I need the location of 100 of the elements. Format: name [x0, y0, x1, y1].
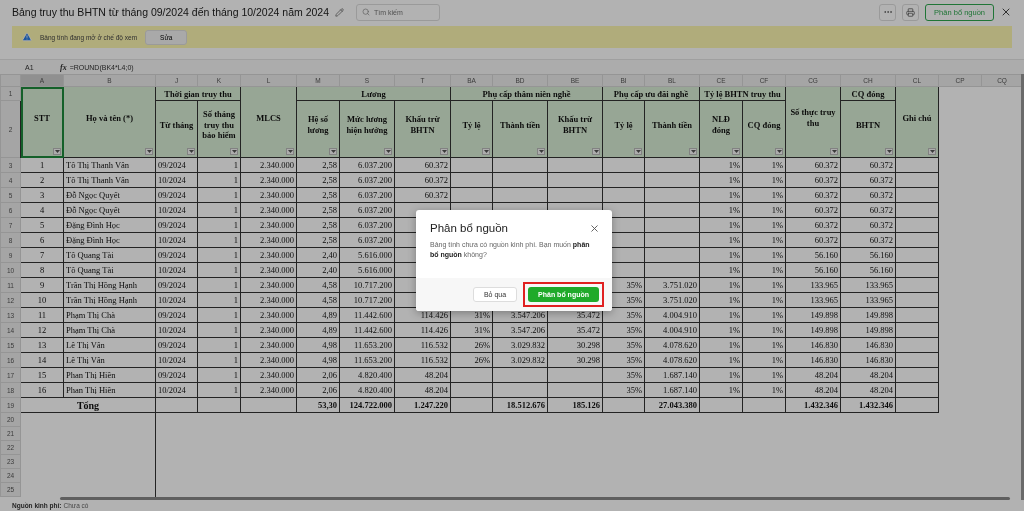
total-label: Tổng: [20, 397, 156, 413]
table-cell: 35.472: [547, 322, 603, 338]
caret-down-icon: [733, 150, 739, 153]
table-cell: 09/2024: [155, 307, 198, 323]
filter-button[interactable]: [384, 148, 392, 155]
table-cell: 1: [197, 277, 241, 293]
filter-button[interactable]: [230, 148, 238, 155]
caret-down-icon: [929, 150, 935, 153]
filter-button[interactable]: [53, 148, 61, 155]
total-cell: 185.126: [547, 397, 603, 413]
table-cell: 4,89: [296, 307, 340, 323]
table-cell: 35%: [602, 352, 645, 368]
table-cell: 2.340.000: [240, 337, 297, 353]
table-cell: 6.037.200: [339, 157, 395, 173]
filter-button[interactable]: [732, 148, 740, 155]
table-cell: 1%: [742, 247, 786, 263]
table-cell: 114.426: [394, 322, 451, 338]
table-cell: 1%: [742, 277, 786, 293]
table-cell: 4.004.910: [644, 322, 700, 338]
table-cell: 116.532: [394, 337, 451, 353]
table-cell: 2,58: [296, 202, 340, 218]
table-cell: 09/2024: [155, 337, 198, 353]
filter-button[interactable]: [329, 148, 337, 155]
close-icon[interactable]: [1000, 6, 1012, 18]
table-cell: 4.820.400: [339, 382, 395, 398]
filter-button[interactable]: [592, 148, 600, 155]
filter-button[interactable]: [830, 148, 838, 155]
table-cell: 2.340.000: [240, 172, 297, 188]
column-heading: NLĐ đóng: [699, 100, 743, 158]
caret-down-icon: [54, 150, 60, 153]
table-cell: 48.204: [785, 367, 841, 383]
table-cell: 9: [20, 277, 64, 293]
vertical-scrollbar[interactable]: [1021, 74, 1024, 500]
column-heading: Hệ số lương: [296, 100, 340, 158]
table-cell: 60.372: [840, 232, 896, 248]
filter-button[interactable]: [689, 148, 697, 155]
table-cell: 1%: [742, 307, 786, 323]
filter-button[interactable]: [885, 148, 893, 155]
filter-button[interactable]: [775, 148, 783, 155]
table-cell: 60.372: [785, 217, 841, 233]
table-cell: 13: [20, 337, 64, 353]
table-cell: 7: [20, 247, 64, 263]
table-cell: Tô Quang Tài: [63, 262, 156, 278]
table-cell: 1%: [742, 217, 786, 233]
table-cell: 1: [197, 232, 241, 248]
filter-button[interactable]: [187, 148, 195, 155]
table-cell: 1%: [699, 262, 743, 278]
table-cell: 1%: [699, 232, 743, 248]
table-cell: 1: [197, 352, 241, 368]
column-heading: Khấu trừ BHTN: [547, 100, 603, 158]
table-cell: 4.078.620: [644, 337, 700, 353]
table-cell: 1%: [699, 367, 743, 383]
table-cell: 56.160: [785, 262, 841, 278]
close-icon[interactable]: [589, 222, 600, 234]
table-cell: 1: [197, 337, 241, 353]
filter-button[interactable]: [440, 148, 448, 155]
table-cell: 133.965: [840, 277, 896, 293]
table-cell: 10/2024: [155, 172, 198, 188]
table-cell: 1: [197, 292, 241, 308]
table-cell: 4.004.910: [644, 307, 700, 323]
print-button[interactable]: [902, 3, 920, 21]
caret-down-icon: [330, 150, 336, 153]
filter-button[interactable]: [482, 148, 490, 155]
horizontal-scrollbar[interactable]: [60, 497, 1010, 500]
table-cell: 1%: [699, 157, 743, 173]
table-cell: 12: [20, 322, 64, 338]
table-cell: 1%: [742, 172, 786, 188]
table-cell: 09/2024: [155, 157, 198, 173]
table-cell: 1: [197, 382, 241, 398]
filter-button[interactable]: [537, 148, 545, 155]
caret-down-icon: [690, 150, 696, 153]
table-cell: 31%: [450, 322, 493, 338]
table-cell: 146.830: [840, 352, 896, 368]
table-cell: 1%: [699, 247, 743, 263]
table-cell: 2,58: [296, 217, 340, 233]
total-cell: 1.432.346: [785, 397, 841, 413]
filter-button[interactable]: [286, 148, 294, 155]
table-cell: 4,98: [296, 337, 340, 353]
filter-button[interactable]: [145, 148, 153, 155]
table-cell: 1%: [742, 292, 786, 308]
table-cell: 10.717.200: [339, 292, 395, 308]
caret-down-icon: [593, 150, 599, 153]
table-cell: 2,40: [296, 262, 340, 278]
table-cell: 14: [20, 352, 64, 368]
table-cell: 09/2024: [155, 277, 198, 293]
table-cell: 1: [20, 157, 64, 173]
column-heading: Ghi chú: [895, 86, 939, 158]
table-cell: Đặng Đình Học: [63, 217, 156, 233]
filter-button[interactable]: [634, 148, 642, 155]
table-cell: Lê Thị Vân: [63, 337, 156, 353]
table-cell: 60.372: [394, 187, 451, 203]
table-cell: 10/2024: [155, 202, 198, 218]
table-cell: 09/2024: [155, 247, 198, 263]
table-cell: 1%: [742, 187, 786, 203]
table-cell: Tô Thị Thanh Vân: [63, 172, 156, 188]
table-cell: 60.372: [785, 232, 841, 248]
total-cell: 1.432.346: [840, 397, 896, 413]
table-cell: 35%: [602, 322, 645, 338]
table-cell: 1: [197, 247, 241, 263]
filter-button[interactable]: [928, 148, 936, 155]
